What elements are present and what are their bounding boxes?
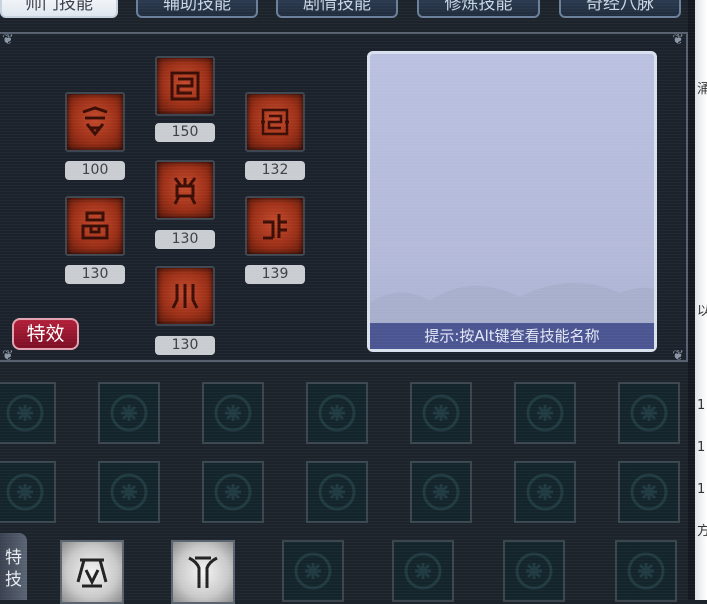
empty-skill-slot[interactable] [514, 382, 576, 444]
corner-ornament-icon: ❦ [672, 348, 684, 364]
empty-skill-slot[interactable] [618, 382, 680, 444]
skill-icon-6[interactable] [245, 196, 305, 256]
stunt-label: 特技 [0, 533, 27, 600]
tab-cultivation-skills[interactable]: 修炼技能 [417, 0, 540, 18]
tab-school-skills[interactable]: 师门技能 [0, 0, 118, 18]
skill-level-badge: 130 [65, 265, 125, 284]
corner-ornament-icon: ❦ [2, 32, 14, 48]
empty-skill-slot[interactable] [410, 461, 472, 523]
skill-rune-icon [81, 211, 109, 240]
knot-emblem-icon [422, 394, 460, 432]
stunt-rune-icon [76, 558, 108, 588]
knot-emblem-icon [630, 473, 668, 511]
skill-rune-icon [170, 71, 200, 101]
empty-skill-slot[interactable] [98, 461, 160, 523]
side-strip-char: 1 [697, 398, 706, 413]
skill-level-badge: 139 [245, 265, 305, 284]
tab-meridians[interactable]: 奇经八脉 [559, 0, 681, 18]
knot-emblem-icon [6, 473, 44, 511]
knot-emblem-icon [318, 473, 356, 511]
knot-emblem-icon [404, 552, 442, 590]
empty-skill-slot[interactable] [392, 540, 454, 602]
side-strip-char: 方 [697, 524, 707, 539]
skill-level-badge: 130 [155, 336, 215, 355]
skill-icon-7[interactable] [155, 266, 215, 326]
empty-skill-slot[interactable] [306, 461, 368, 523]
tab-auxiliary-skills[interactable]: 辅助技能 [136, 0, 258, 18]
skill-level-badge: 132 [245, 161, 305, 180]
stunt-rune-icon [188, 556, 218, 588]
corner-ornament-icon: ❦ [672, 32, 684, 48]
knot-emblem-icon [627, 552, 665, 590]
empty-skill-slot[interactable] [410, 382, 472, 444]
stunt-icon-2[interactable] [171, 540, 235, 604]
corner-ornament-icon: ❦ [2, 348, 14, 364]
skill-level-badge: 130 [155, 230, 215, 249]
stunt-label-text: 特技 [5, 548, 22, 590]
skill-description-panel: 提示:按Alt键查看技能名称 [367, 51, 657, 352]
empty-skill-slot[interactable] [306, 382, 368, 444]
skill-rune-icon [261, 108, 289, 136]
empty-skill-slot[interactable] [514, 461, 576, 523]
knot-emblem-icon [515, 552, 553, 590]
empty-skill-slot[interactable] [282, 540, 344, 602]
side-strip-char: 涌 [697, 82, 707, 97]
knot-emblem-icon [6, 394, 44, 432]
knot-emblem-icon [214, 473, 252, 511]
empty-skill-slot[interactable] [503, 540, 565, 602]
knot-emblem-icon [526, 394, 564, 432]
skill-level-badge: 100 [65, 161, 125, 180]
stunt-icon-1[interactable] [60, 540, 124, 604]
knot-emblem-icon [214, 394, 252, 432]
knot-emblem-icon [110, 473, 148, 511]
skill-icon-4[interactable] [155, 160, 215, 220]
skill-rune-icon [82, 106, 108, 137]
skill-icon-1[interactable] [155, 56, 215, 116]
effects-button[interactable]: 特效 [12, 318, 79, 350]
skill-icon-5[interactable] [65, 196, 125, 256]
knot-emblem-icon [422, 473, 460, 511]
side-strip-char: 以 [697, 304, 707, 319]
tab-story-skills[interactable]: 剧情技能 [276, 0, 398, 18]
knot-emblem-icon [318, 394, 356, 432]
empty-skill-slot[interactable] [98, 382, 160, 444]
knot-emblem-icon [110, 394, 148, 432]
skill-level-badge: 150 [155, 123, 215, 142]
skill-icon-2[interactable] [65, 92, 125, 152]
skill-rune-icon [171, 284, 199, 309]
empty-skill-slot[interactable] [615, 540, 677, 602]
skill-rune-icon [263, 214, 287, 240]
skill-icon-3[interactable] [245, 92, 305, 152]
empty-skill-slot[interactable] [0, 461, 56, 523]
knot-emblem-icon [526, 473, 564, 511]
empty-skill-slot[interactable] [202, 382, 264, 444]
empty-skill-slot[interactable] [618, 461, 680, 523]
knot-emblem-icon [630, 394, 668, 432]
skill-rune-icon [173, 177, 197, 205]
knot-emblem-icon [294, 552, 332, 590]
side-strip-char: 1 [697, 440, 706, 455]
empty-skill-slot[interactable] [0, 382, 56, 444]
panel-edge [688, 0, 695, 600]
empty-skill-slot[interactable] [202, 461, 264, 523]
side-strip-char: 1 [697, 482, 706, 497]
hint-text: 提示:按Alt键查看技能名称 [370, 323, 654, 349]
mountain-watermark-icon [370, 282, 654, 323]
